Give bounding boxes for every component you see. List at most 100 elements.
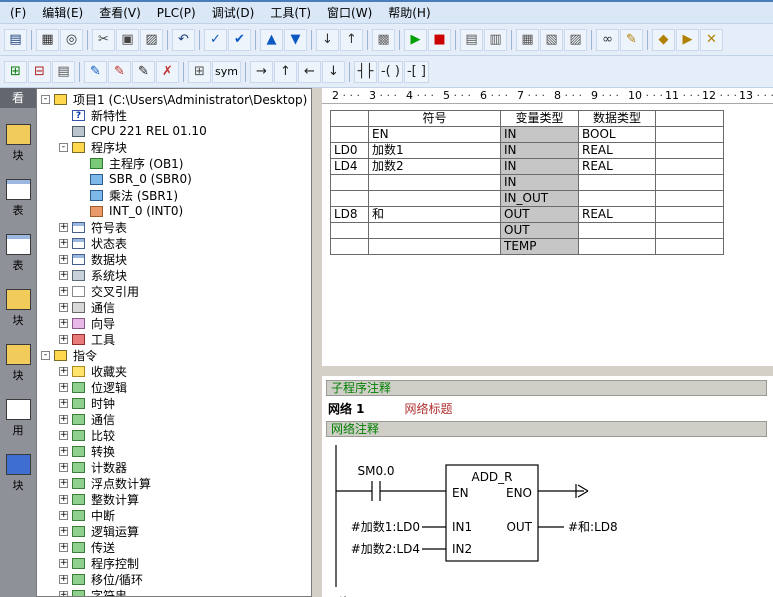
menu-item-7[interactable]: 帮助(H) [380,1,438,24]
line-right-icon[interactable]: → [250,61,273,83]
menu-item-2[interactable]: 查看(V) [91,1,149,24]
tree-item-25[interactable]: +整数计算 [39,491,311,507]
pen-black-icon[interactable]: ✎ [132,61,155,83]
tree-expander[interactable]: + [59,367,68,376]
menu-item-3[interactable]: PLC(P) [149,3,204,23]
tree-item-27[interactable]: +逻辑运算 [39,523,311,539]
tree-item-29[interactable]: +程序控制 [39,555,311,571]
bookmark-next-icon[interactable]: ▶ [676,29,699,51]
tree-expander[interactable]: + [59,527,68,536]
tree-item-13[interactable]: +通信 [39,299,311,315]
var-table-cell[interactable] [579,223,656,239]
tree-expander[interactable]: + [59,223,68,232]
var-table-cell[interactable]: IN [501,127,579,143]
var-table-cell[interactable]: REAL [579,143,656,159]
copy-icon[interactable]: ▣ [116,29,139,51]
compile-all-icon[interactable]: ✔ [228,29,251,51]
var-table-cell[interactable] [656,239,724,255]
tree-expander[interactable]: + [59,303,68,312]
trend-view-icon[interactable]: ▧ [540,29,563,51]
tree-item-20[interactable]: +通信 [39,411,311,427]
tree-item-4[interactable]: 主程序 (OB1) [39,155,311,171]
var-table-cell[interactable]: REAL [579,207,656,223]
vertical-splitter[interactable] [312,88,322,597]
tree-item-28[interactable]: +传送 [39,539,311,555]
print-icon[interactable]: ▦ [36,29,59,51]
var-table-cell[interactable]: 加数2 [369,159,501,175]
pen-red-icon[interactable]: ✎ [108,61,131,83]
menu-item-5[interactable]: 工具(T) [262,1,319,24]
var-table-cell[interactable] [331,127,369,143]
nav-symbol-table[interactable]: 表 [6,179,31,218]
tree-item-6[interactable]: 乘法 (SBR1) [39,187,311,203]
var-table-cell[interactable]: OUT [501,223,579,239]
program-status-icon[interactable]: ▤ [460,29,483,51]
insert-coil-icon[interactable]: -( ) [378,61,403,83]
var-table-cell[interactable]: LD4 [331,159,369,175]
upload-icon[interactable]: ▲ [260,29,283,51]
var-table-cell[interactable]: IN [501,143,579,159]
paste-icon[interactable]: ▨ [140,29,163,51]
tree-expander[interactable]: + [59,399,68,408]
var-table-cell[interactable]: IN_OUT [501,191,579,207]
var-table-cell[interactable] [331,191,369,207]
new-project-icon[interactable]: ▤ [4,29,27,51]
tree-item-1[interactable]: ?新特性 [39,107,311,123]
out-operand[interactable]: #和:LD8 [568,520,618,534]
var-table-cell[interactable]: LD0 [331,143,369,159]
in1-operand[interactable]: #加数1:LD0 [351,519,420,534]
force-table-icon[interactable]: ▨ [564,29,587,51]
nav-status-chart[interactable]: 表 [6,234,31,273]
tree-item-22[interactable]: +转换 [39,443,311,459]
tree-expander[interactable]: + [59,495,68,504]
var-table-cell[interactable] [656,191,724,207]
pou-properties-icon[interactable]: ▤ [52,61,75,83]
tree-expander[interactable]: + [59,335,68,344]
var-table-cell[interactable] [369,175,501,191]
tree-expander[interactable]: + [59,431,68,440]
status-chart-icon[interactable]: ▦ [516,29,539,51]
write-values-icon[interactable]: ✎ [620,29,643,51]
sort-descending-icon[interactable]: ↑ [340,29,363,51]
grid-toggle-icon[interactable]: ⊞ [188,61,211,83]
tree-item-10[interactable]: +数据块 [39,251,311,267]
var-table-cell[interactable] [369,223,501,239]
var-table-cell[interactable] [656,207,724,223]
bookmark-clear-icon[interactable]: ✕ [700,29,723,51]
var-table-cell[interactable]: BOOL [579,127,656,143]
var-table-cell[interactable] [579,239,656,255]
tree-expander[interactable]: + [59,271,68,280]
tree-expander[interactable]: + [59,543,68,552]
nav-data-block[interactable]: 块 [6,289,31,328]
var-table-cell[interactable]: 和 [369,207,501,223]
var-table-cell[interactable] [369,239,501,255]
in2-operand[interactable]: #加数2:LD4 [351,541,420,556]
tree-item-2[interactable]: CPU 221 REL 01.10 [39,123,311,139]
subroutine-comment[interactable]: 子程序注释 [326,380,767,396]
nav-cross-reference[interactable]: 用 [6,399,31,438]
tree-expander[interactable]: + [59,511,68,520]
insert-contact-icon[interactable]: ┤├ [354,61,377,83]
network-1-title[interactable]: 网络标题 [405,400,453,417]
menu-item-6[interactable]: 窗口(W) [319,1,380,24]
var-table-cell[interactable] [331,239,369,255]
tree-item-11[interactable]: +系统块 [39,267,311,283]
tree-expander[interactable]: + [59,463,68,472]
nav-communications[interactable]: 块 [6,454,31,493]
tree-expander[interactable]: - [41,351,50,360]
chart-status-icon[interactable]: ▥ [484,29,507,51]
tree-item-18[interactable]: +位逻辑 [39,379,311,395]
tree-expander[interactable]: + [59,447,68,456]
tree-item-7[interactable]: INT_0 (INT0) [39,203,311,219]
menu-item-1[interactable]: 编辑(E) [34,1,91,24]
add-r-block[interactable]: ADD_R EN ENO IN1 IN2 OUT [446,465,538,561]
nav-program-block[interactable]: 块 [6,124,31,163]
tree-item-23[interactable]: +计数器 [39,459,311,475]
options-icon[interactable]: ▩ [372,29,395,51]
var-table-cell[interactable]: IN [501,175,579,191]
tree-item-26[interactable]: +中断 [39,507,311,523]
var-table-cell[interactable]: IN [501,159,579,175]
tree-expander[interactable]: + [59,575,68,584]
var-table-cell[interactable] [579,191,656,207]
var-table-cell[interactable] [656,159,724,175]
